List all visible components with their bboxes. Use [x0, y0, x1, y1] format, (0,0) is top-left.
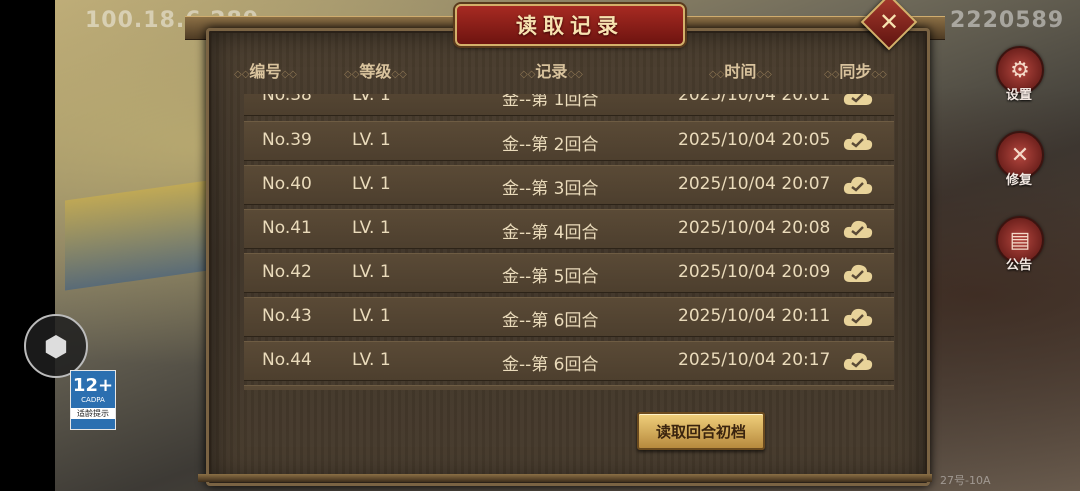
- cloud-check-icon: [843, 308, 873, 326]
- settings-label: 设置: [1005, 88, 1032, 103]
- footer-text: 27号-10A: [940, 474, 991, 487]
- repair-label: 修复: [1005, 173, 1032, 188]
- record-level: LV. 1: [352, 218, 391, 238]
- table-row[interactable]: No.42 LV. 1 金--第 5回合 2025/10/04 20:09: [244, 253, 894, 293]
- record-level: LV. 1: [352, 130, 391, 150]
- cloud-check-icon: [843, 352, 873, 370]
- record-name: 金--第 3回合: [502, 179, 599, 199]
- dialog-title: 读取记录: [516, 13, 624, 38]
- column-header-time: ◇◇时间◇◇: [709, 62, 772, 81]
- notice-button[interactable]: ▤ 公告: [996, 216, 1044, 273]
- record-level: LV. 1: [352, 350, 391, 370]
- age-rating-badge: 12+ CADPA 适龄提示: [70, 370, 116, 430]
- table-header: ◇◇编号◇◇ ◇◇等级◇◇ ◇◇记录◇◇ ◇◇时间◇◇ ◇◇同步◇◇: [206, 58, 924, 82]
- table-row[interactable]: No.43 LV. 1 金--第 6回合 2025/10/04 20:11: [244, 297, 894, 337]
- record-level: LV. 1: [352, 174, 391, 194]
- table-row[interactable]: No.39 LV. 1 金--第 2回合 2025/10/04 20:05: [244, 121, 894, 161]
- repair-button[interactable]: ✕ 修复: [996, 131, 1044, 188]
- table-row-partial: [244, 385, 894, 390]
- cloud-check-icon: [843, 220, 873, 238]
- record-name: 金--第 2回合: [502, 135, 599, 155]
- record-time: 2025/10/04 20:07: [678, 174, 831, 194]
- table-row[interactable]: No.44 LV. 1 金--第 6回合 2025/10/04 20:17: [244, 341, 894, 381]
- load-round-start-button[interactable]: 读取回合初档: [637, 412, 765, 450]
- dialog-title-plate: 读取记录: [455, 4, 685, 46]
- floating-menu-button[interactable]: ⬢: [24, 314, 88, 378]
- hud-player-id: 2220589: [950, 8, 1065, 33]
- notice-label: 公告: [1005, 258, 1032, 273]
- cloud-check-icon: [843, 264, 873, 282]
- close-icon[interactable]: ✕: [869, 2, 909, 42]
- record-time: 2025/10/04 20:05: [678, 130, 831, 150]
- record-name: 金--第 6回合: [502, 355, 599, 375]
- table-row[interactable]: No.38 LV. 1 金--第 1回合 2025/10/04 20:01: [244, 94, 894, 116]
- record-time: 2025/10/04 20:11: [678, 306, 831, 326]
- settings-button[interactable]: ⚙ 设置: [996, 46, 1044, 103]
- cloud-check-icon: [843, 176, 873, 194]
- column-header-number: ◇◇编号◇◇: [234, 62, 297, 81]
- record-level: LV. 1: [352, 94, 391, 105]
- record-number: No.38: [262, 94, 312, 105]
- record-time: 2025/10/04 20:09: [678, 262, 831, 282]
- column-header-sync: ◇◇同步◇◇: [824, 62, 887, 81]
- record-level: LV. 1: [352, 262, 391, 282]
- age-rating: 12+: [72, 375, 114, 396]
- record-number: No.43: [262, 306, 312, 326]
- record-time: 2025/10/04 20:01: [678, 94, 831, 105]
- table-row[interactable]: No.41 LV. 1 金--第 4回合 2025/10/04 20:08: [244, 209, 894, 249]
- record-number: No.41: [262, 218, 312, 238]
- record-name: 金--第 6回合: [502, 311, 599, 331]
- record-number: No.42: [262, 262, 312, 282]
- record-level: LV. 1: [352, 306, 391, 326]
- record-time: 2025/10/04 20:08: [678, 218, 831, 238]
- age-rating-org: CADPA: [81, 396, 105, 404]
- column-header-level: ◇◇等级◇◇: [344, 62, 407, 81]
- table-row[interactable]: No.40 LV. 1 金--第 3回合 2025/10/04 20:07: [244, 165, 894, 205]
- record-number: No.44: [262, 350, 312, 370]
- cloud-check-icon: [843, 132, 873, 150]
- record-name: 金--第 5回合: [502, 267, 599, 287]
- record-number: No.39: [262, 130, 312, 150]
- column-header-record: ◇◇记录◇◇: [520, 62, 583, 81]
- record-number: No.40: [262, 174, 312, 194]
- record-time: 2025/10/04 20:17: [678, 350, 831, 370]
- cube-icon: ⬢: [43, 329, 69, 363]
- record-name: 金--第 1回合: [502, 94, 599, 110]
- cloud-check-icon: [843, 94, 873, 105]
- age-rating-tip: 适龄提示: [71, 408, 115, 419]
- records-list[interactable]: No.38 LV. 1 金--第 1回合 2025/10/04 20:01 No…: [244, 94, 894, 390]
- dialog-bottom-bar: [198, 474, 932, 482]
- record-name: 金--第 4回合: [502, 223, 599, 243]
